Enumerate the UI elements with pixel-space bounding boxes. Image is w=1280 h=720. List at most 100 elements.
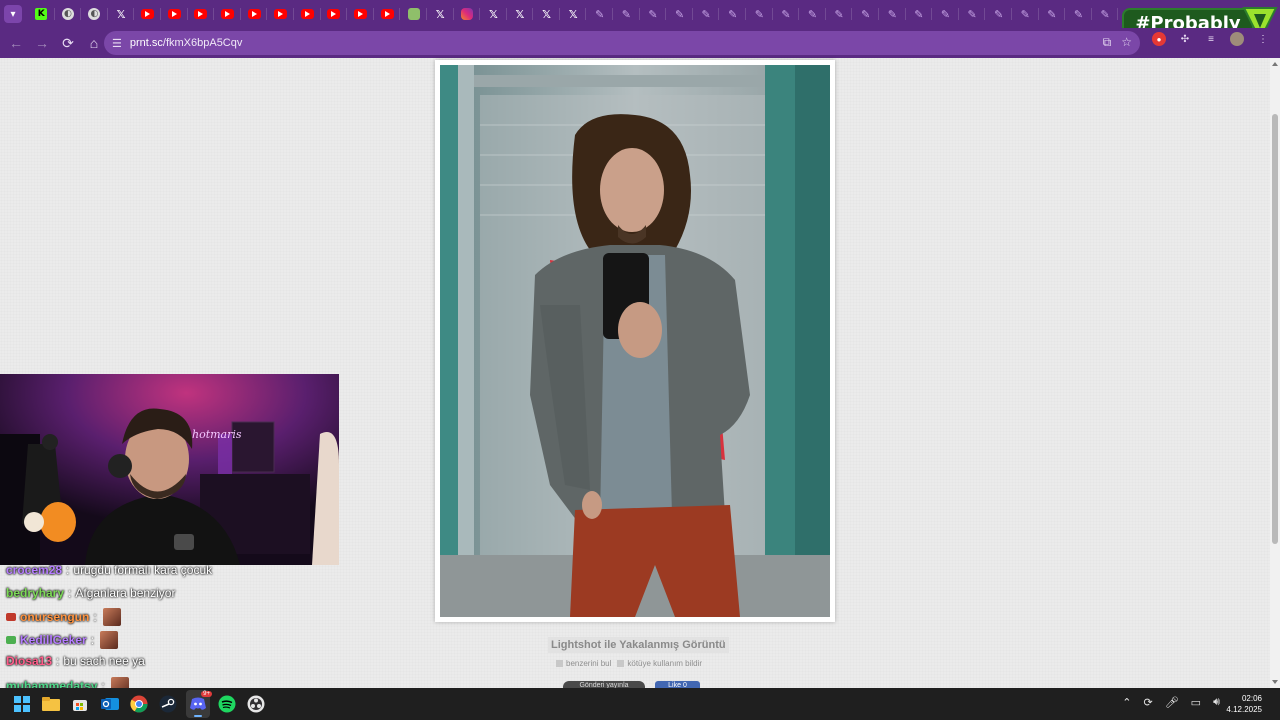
reload-icon[interactable]: ⟳: [56, 31, 80, 55]
browser-tab[interactable]: ✎: [693, 0, 720, 28]
browser-tab[interactable]: ◐: [81, 0, 108, 28]
browser-tab[interactable]: ✎: [852, 0, 879, 28]
chat-username[interactable]: KedillGeker: [20, 633, 87, 647]
browser-tab[interactable]: ✎: [773, 0, 800, 28]
chat-username[interactable]: bedryhary: [6, 586, 64, 600]
tab-search-icon[interactable]: ▾: [4, 5, 22, 23]
browser-tab[interactable]: ✎: [1012, 0, 1039, 28]
spotify-icon[interactable]: [217, 694, 237, 714]
browser-tab[interactable]: [347, 0, 374, 28]
display-icon[interactable]: ▭: [1191, 696, 1201, 709]
browser-tab[interactable]: ✎: [826, 0, 853, 28]
browser-tab[interactable]: ✎: [985, 0, 1012, 28]
browser-tab[interactable]: ✎: [719, 0, 746, 28]
install-app-icon[interactable]: ⧉: [1103, 35, 1112, 50]
browser-tab[interactable]: [454, 0, 481, 28]
windows-start-icon[interactable]: [12, 694, 32, 714]
tray-chevron-icon[interactable]: ⌃: [1122, 696, 1131, 709]
chat-username[interactable]: muhammedatsy: [6, 679, 97, 688]
browser-tab[interactable]: [214, 0, 241, 28]
chat-separator: :: [90, 633, 95, 647]
extension-red-icon[interactable]: ●: [1152, 32, 1166, 46]
browser-tab[interactable]: 𝕏: [108, 0, 135, 28]
browser-tab[interactable]: ✎: [1092, 0, 1119, 28]
browser-tab[interactable]: 𝕏: [507, 0, 534, 28]
forward-icon[interactable]: →: [30, 31, 54, 55]
screenshot-image[interactable]: [440, 65, 830, 617]
obs-icon[interactable]: [246, 694, 266, 714]
browser-tab[interactable]: ✎: [906, 0, 933, 28]
discord-icon[interactable]: 9+: [188, 691, 212, 714]
report-icon: [617, 660, 625, 667]
browser-tab[interactable]: [400, 0, 427, 28]
browser-tab[interactable]: ✎: [746, 0, 773, 28]
browser-tab[interactable]: ✎: [640, 0, 667, 28]
scroll-down-icon[interactable]: [1272, 680, 1278, 684]
chat-message: onursengun:: [6, 608, 121, 626]
chrome-icon[interactable]: [129, 694, 149, 714]
browser-tab[interactable]: [134, 0, 161, 28]
browser-tab[interactable]: ✎: [799, 0, 826, 28]
media-control-icon[interactable]: ≡: [1204, 32, 1218, 46]
chat-separator: :: [93, 610, 97, 624]
chat-username[interactable]: Diosa13: [6, 654, 52, 668]
microphone-icon[interactable]: 🎤︎: [1165, 696, 1179, 709]
scroll-thumb[interactable]: [1272, 114, 1278, 544]
browser-tab[interactable]: ✎: [879, 0, 906, 28]
browser-tab[interactable]: 𝕏: [427, 0, 454, 28]
scroll-up-icon[interactable]: [1272, 62, 1278, 66]
find-similar-label: benzerini bul: [566, 659, 612, 668]
browser-tab[interactable]: ✎: [1039, 0, 1066, 28]
browser-tab[interactable]: [241, 0, 268, 28]
chat-username[interactable]: onursengun: [20, 610, 89, 624]
file-explorer-icon[interactable]: [41, 694, 61, 714]
youtube-favicon-icon: [274, 9, 288, 19]
taskbar-clock[interactable]: 02:06 4.12.2025: [1226, 693, 1262, 715]
extensions-puzzle-icon[interactable]: ✣: [1178, 32, 1192, 46]
page-scrollbar[interactable]: [1270, 58, 1280, 688]
browser-tab[interactable]: ✎: [666, 0, 693, 28]
browser-tab[interactable]: [161, 0, 188, 28]
browser-tab[interactable]: 𝕏: [560, 0, 587, 28]
url-domain: prnt.sc: [129, 37, 163, 49]
browser-tab[interactable]: [321, 0, 348, 28]
outlook-icon[interactable]: [100, 694, 120, 714]
browser-tab[interactable]: K: [28, 0, 55, 28]
browser-tab[interactable]: 𝕏: [480, 0, 507, 28]
browser-tab[interactable]: ✎: [932, 0, 959, 28]
browser-tab[interactable]: [294, 0, 321, 28]
browser-tab[interactable]: 𝕏: [533, 0, 560, 28]
site-info-icon[interactable]: ☰: [112, 37, 122, 50]
browser-tab[interactable]: ✎: [1065, 0, 1092, 28]
bookmark-star-icon[interactable]: ☆: [1121, 35, 1132, 50]
chat-text: urugdu formalı kara çocuk: [73, 565, 213, 577]
store-icon[interactable]: [70, 694, 90, 714]
home-icon[interactable]: ⌂: [82, 31, 106, 55]
chat-separator: :: [56, 654, 60, 668]
browser-menu-icon[interactable]: ⋮: [1256, 32, 1270, 46]
volume-icon[interactable]: 🔊︎: [1213, 696, 1220, 709]
feather-favicon-icon: ✎: [994, 7, 1004, 21]
steam-icon[interactable]: [158, 694, 178, 714]
chat-username[interactable]: crocem28: [6, 565, 62, 577]
browser-tab[interactable]: ✎: [586, 0, 613, 28]
kick-favicon-icon: K: [35, 8, 48, 20]
browser-tab[interactable]: ◐: [55, 0, 82, 28]
find-similar-link[interactable]: benzerini bul: [556, 659, 611, 668]
address-bar[interactable]: ☰ prnt.sc/fkmX6bpA5Cqv ⧉ ☆: [104, 31, 1140, 55]
tray-sync-icon[interactable]: ⟳: [1143, 696, 1152, 709]
feather-favicon-icon: ✎: [728, 7, 738, 21]
chat-overlay: crocem28: urugdu formalı kara çocuk bedryh…: [0, 565, 339, 688]
report-abuse-link[interactable]: kötüye kullanım bildir: [617, 659, 702, 668]
browser-tab[interactable]: [188, 0, 215, 28]
browser-tab[interactable]: ✎: [613, 0, 640, 28]
youtube-favicon-icon: [167, 9, 181, 19]
browser-tab[interactable]: [267, 0, 294, 28]
chat-message: Diosa13: bu sach nee ya: [6, 654, 145, 668]
feather-favicon-icon: ✎: [1020, 7, 1030, 21]
back-icon[interactable]: ←: [4, 31, 28, 55]
profile-avatar[interactable]: [1230, 32, 1244, 46]
browser-tab[interactable]: ✎: [959, 0, 986, 28]
browser-tab[interactable]: [374, 0, 401, 28]
feather-favicon-icon: ✎: [674, 7, 685, 21]
